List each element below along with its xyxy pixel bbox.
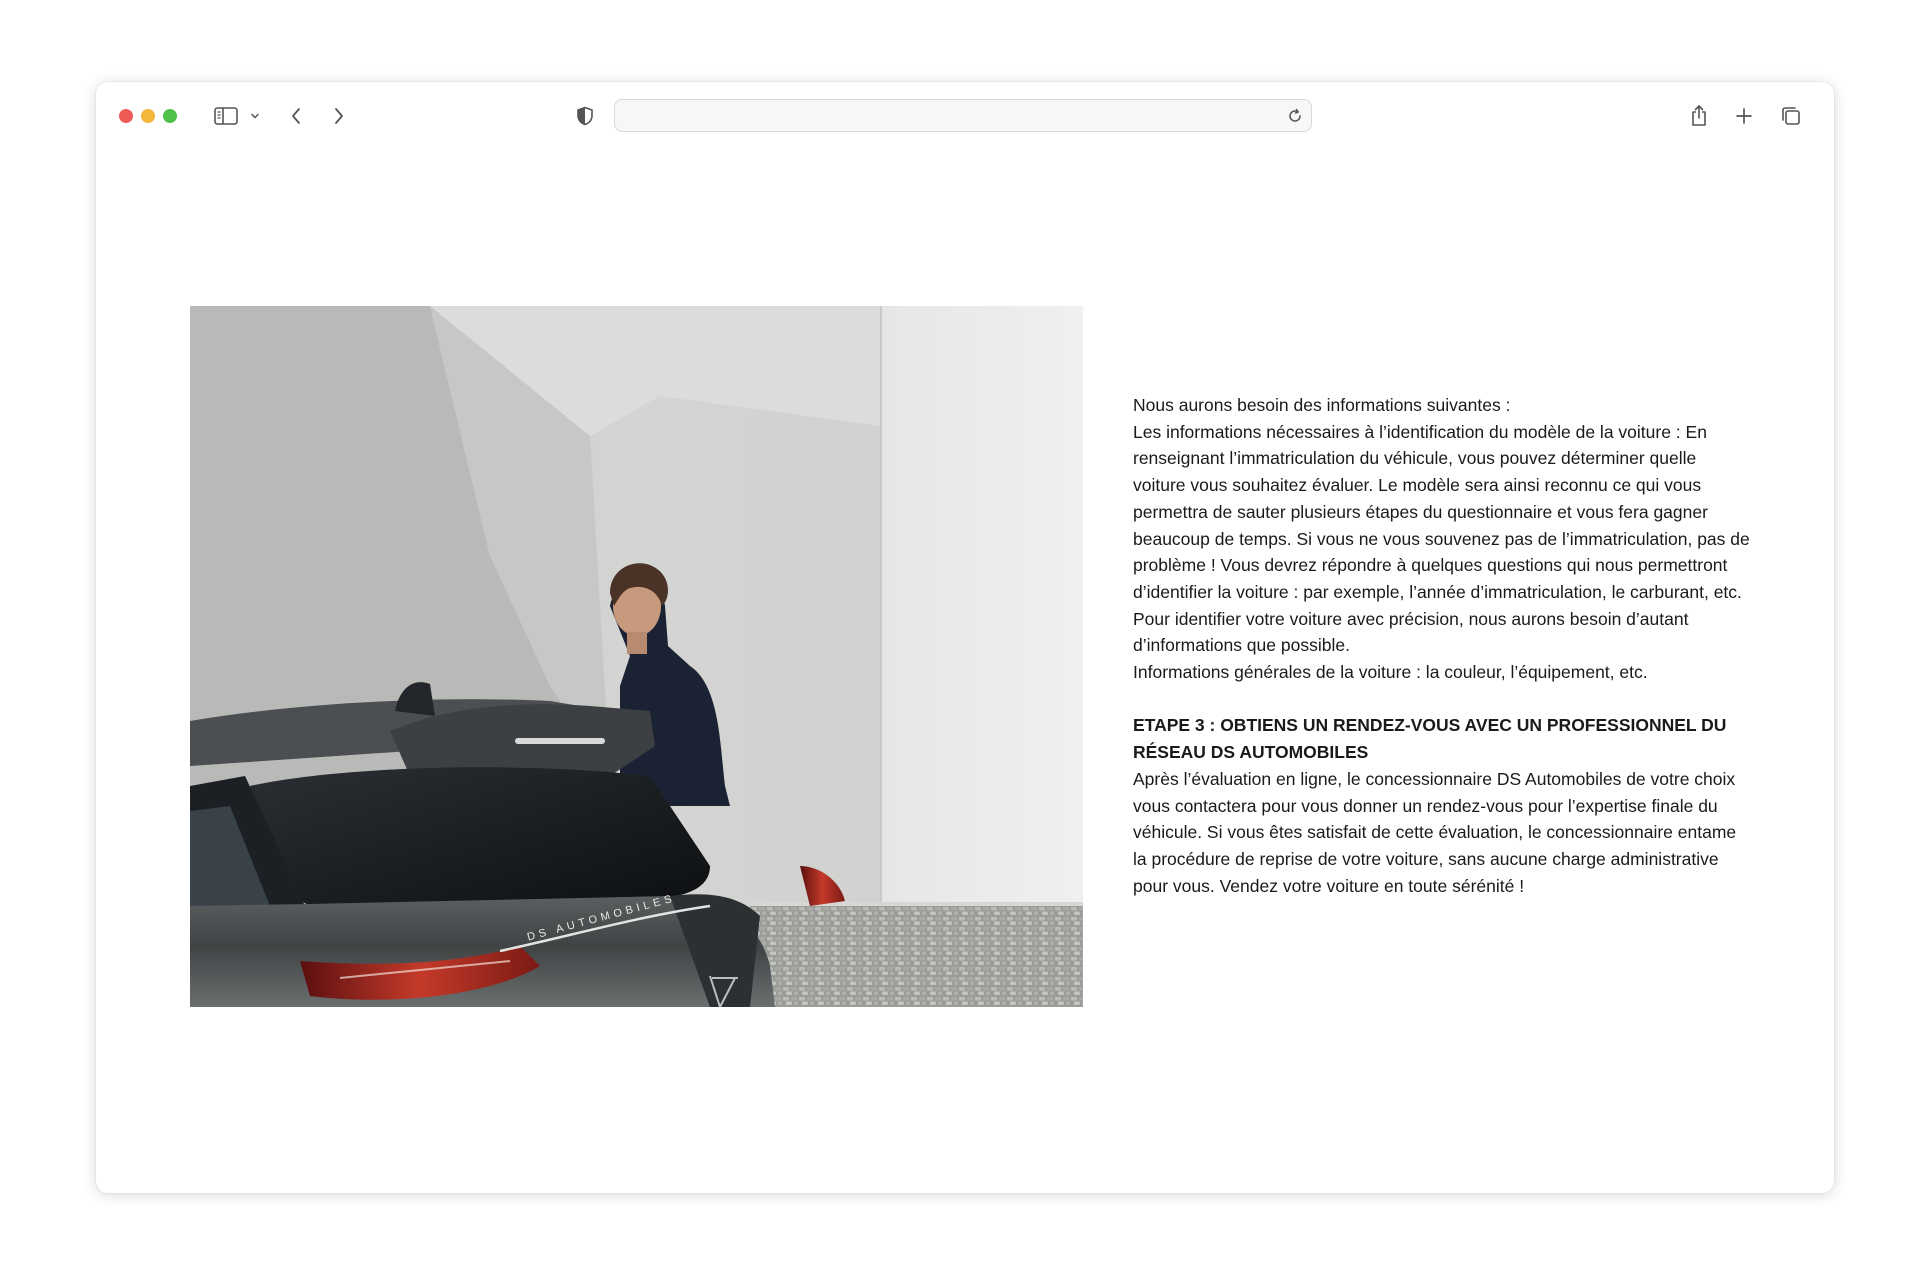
page-content: DS AUTOMOBILES Nous aurons besoin des in…	[96, 148, 1834, 1193]
step3-heading: ETAPE 3 : OBTIENS UN RENDEZ-VOUS AVEC UN…	[1133, 715, 1727, 763]
close-window-button[interactable]	[119, 109, 133, 123]
chevron-right-icon[interactable]	[331, 100, 347, 132]
article-text: Nous aurons besoin des informations suiv…	[1133, 392, 1753, 899]
chevron-down-icon[interactable]	[249, 100, 261, 132]
browser-window: DS AUTOMOBILES Nous aurons besoin des in…	[96, 82, 1834, 1193]
chevron-left-icon[interactable]	[288, 100, 304, 132]
shield-icon[interactable]	[574, 100, 596, 132]
hero-image: DS AUTOMOBILES	[190, 306, 1083, 1007]
reload-icon[interactable]	[1285, 106, 1305, 126]
identification-paragraph: Les informations nécessaires à l’identif…	[1133, 421, 1750, 656]
step3-paragraph: Après l’évaluation en ligne, le concessi…	[1133, 768, 1737, 896]
zoom-window-button[interactable]	[163, 109, 177, 123]
minimize-window-button[interactable]	[141, 109, 155, 123]
general-info-paragraph: Informations générales de la voiture : l…	[1133, 662, 1648, 683]
address-input[interactable]	[625, 100, 1269, 133]
browser-toolbar	[96, 82, 1834, 148]
share-icon[interactable]	[1688, 100, 1710, 132]
sidebar-icon[interactable]	[213, 100, 239, 132]
intro-paragraph: Nous aurons besoin des informations suiv…	[1133, 395, 1511, 415]
address-bar[interactable]	[614, 99, 1312, 133]
tab-overview-icon[interactable]	[1779, 100, 1803, 132]
plus-icon[interactable]	[1733, 100, 1755, 132]
